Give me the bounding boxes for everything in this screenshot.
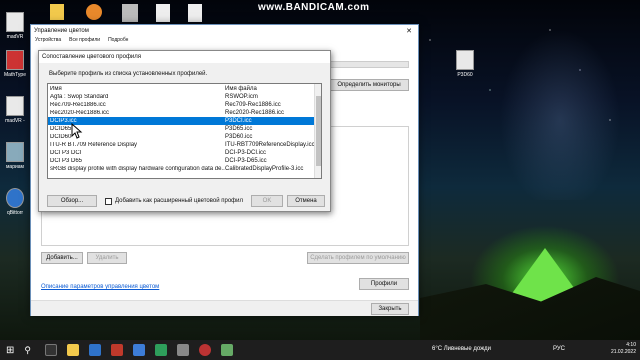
windows-start-icon[interactable]: ⊞ <box>6 345 14 356</box>
app-icon[interactable] <box>86 4 102 20</box>
dialog-title: Сопоставление цветового профиля <box>39 51 330 63</box>
taskbar: ⊞ ⚲ 6°C Ливневые дожди РУС 4:10 21.02.20… <box>0 340 640 360</box>
device-dropdown[interactable] <box>329 61 409 68</box>
list-row[interactable]: ITU-R BT.709 Reference Display ITU-RBT709… <box>48 141 321 149</box>
profiles-button[interactable]: Профили <box>359 278 409 290</box>
desktop-icon-madvr-2[interactable]: madVR - <box>2 96 28 124</box>
scrollbar-thumb[interactable] <box>316 96 321 166</box>
file-icon <box>6 96 24 116</box>
window-titlebar: Управление цветом ✕ <box>31 25 418 37</box>
desktop-icon-mariam[interactable]: мариам <box>2 142 28 170</box>
set-default-button[interactable]: Сделать профилем по умолчанию <box>307 252 409 264</box>
language-indicator[interactable]: РУС <box>553 346 565 352</box>
list-row[interactable]: DCI P3 D65 DCI-P3-D65.icc <box>48 157 321 165</box>
app-icon[interactable] <box>110 344 123 356</box>
advanced-profile-checkbox-label[interactable]: Добавить как расширенный цветовой профил <box>115 198 243 204</box>
list-row[interactable]: sRGB display profile with display hardwa… <box>48 165 321 173</box>
file-icon[interactable] <box>188 4 202 22</box>
window-footer <box>31 300 418 316</box>
tab-bar: Устройства Все профили Подробн <box>31 37 418 44</box>
list-row[interactable]: DCI P3 DCI DCI-P3-DCI.icc <box>48 149 321 157</box>
desktop-icon-p3d60[interactable]: P3D60 <box>452 50 478 78</box>
mathtype-icon <box>6 50 24 70</box>
list-header: Имя Имя файла <box>48 84 321 93</box>
tab-devices[interactable]: Устройства <box>35 37 61 44</box>
list-row[interactable]: DCID65 P3D65.icc <box>48 125 321 133</box>
close-icon[interactable]: ✕ <box>406 27 412 35</box>
window-title: Управление цветом <box>34 28 89 34</box>
desktop-icon-qbittorrent[interactable]: qBittorr <box>2 188 28 216</box>
add-button[interactable]: Добавить... <box>41 252 83 264</box>
recording-icon[interactable] <box>198 344 211 356</box>
tab-all-profiles[interactable]: Все профили <box>69 37 100 44</box>
file-icon[interactable] <box>156 4 170 22</box>
qbittorrent-icon <box>6 188 24 208</box>
list-row-selected[interactable]: DCIP3.icc P3DCI.icc <box>48 117 321 125</box>
browse-button[interactable]: Обзор... <box>47 195 97 207</box>
wallpaper-stars <box>410 0 640 200</box>
profile-list[interactable]: Имя Имя файла Agfa : Swop Standard RSWOP.… <box>47 83 322 179</box>
color-profile-file-icon <box>456 50 474 70</box>
weather-widget[interactable]: 6°C Ливневые дожди <box>432 346 491 352</box>
tab-advanced[interactable]: Подробн <box>108 37 128 44</box>
ok-button[interactable]: OK <box>251 195 283 207</box>
close-button[interactable]: Закрыть <box>371 303 409 315</box>
recording-watermark: www.BANDICAM.com <box>258 2 370 13</box>
column-header-name[interactable]: Имя <box>48 86 225 92</box>
folder-icon[interactable] <box>50 4 64 20</box>
cancel-button[interactable]: Отмена <box>287 195 325 207</box>
app-icon[interactable] <box>176 344 189 356</box>
desktop-icon-madvr[interactable]: madVR <box>2 12 28 40</box>
photo-icon[interactable] <box>122 4 138 22</box>
edge-icon[interactable] <box>88 344 101 356</box>
list-row[interactable]: Rec2020-Rec1886.icc Rec2020-Rec1886.icc <box>48 109 321 117</box>
word-icon[interactable] <box>132 344 145 356</box>
dialog-instruction: Выберите профиль из списка установленных… <box>49 71 208 77</box>
image-icon <box>6 142 24 162</box>
associate-profile-dialog: Сопоставление цветового профиля Выберите… <box>38 50 331 212</box>
app-icon[interactable] <box>154 344 167 356</box>
desktop-icon-mathtype[interactable]: MathType <box>2 50 28 78</box>
list-row[interactable]: Rec709-Rec1886.icc Rec709-Rec1886.icc <box>48 101 321 109</box>
color-management-help-link[interactable]: Описание параметров управления цветом <box>41 284 159 290</box>
search-icon[interactable]: ⚲ <box>24 345 31 356</box>
list-scrollbar[interactable] <box>314 84 321 178</box>
file-icon <box>6 12 24 32</box>
file-explorer-icon[interactable] <box>66 344 79 356</box>
app-icon[interactable] <box>220 344 233 356</box>
column-header-file[interactable]: Имя файла <box>225 86 321 92</box>
list-row[interactable]: DCID60 P3D60.icc <box>48 133 321 141</box>
advanced-profile-checkbox[interactable] <box>105 198 112 205</box>
list-row[interactable]: Agfa : Swop Standard RSWOP.icm <box>48 93 321 101</box>
remove-button[interactable]: Удалить <box>87 252 127 264</box>
task-view-icon[interactable] <box>44 344 57 356</box>
identify-monitors-button[interactable]: Определить мониторы <box>329 79 409 91</box>
clock[interactable]: 4:10 21.02.2022 <box>611 342 636 356</box>
mouse-cursor-icon <box>71 123 83 139</box>
